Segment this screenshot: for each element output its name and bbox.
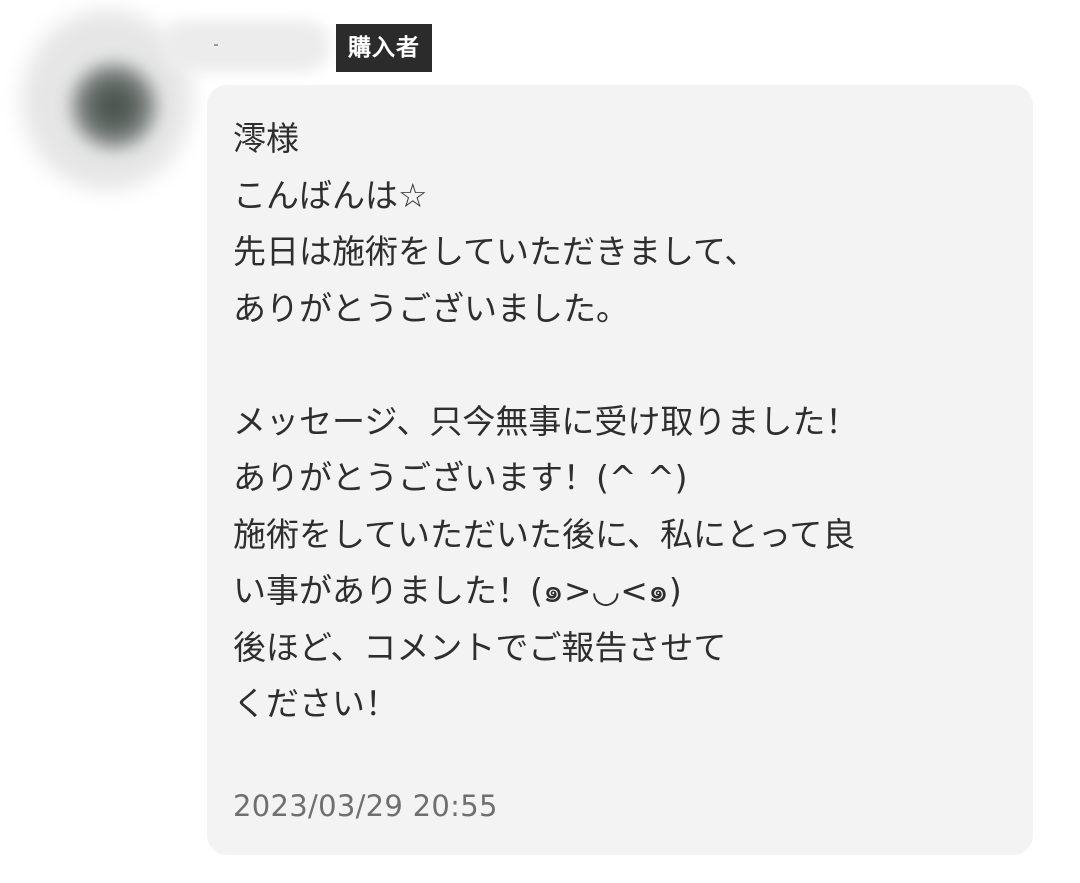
message-line: ありがとうございました。 [233, 288, 629, 328]
avatar-image [70, 62, 158, 150]
message-bubble: 澪様 こんばんは☆ 先日は施術をしていただきまして、 ありがとうございました。 … [207, 85, 1033, 855]
message-line: 施術をしていただいた後に、私にとって良 [233, 514, 856, 554]
message-timestamp: 2023/03/29 20:55 [233, 789, 498, 823]
username-redacted [160, 20, 330, 72]
message-line: 澪様 [233, 119, 299, 158]
message-line: 先日は施術をしていただきまして、 [233, 232, 758, 271]
message-line: こんばんは☆ [233, 175, 428, 215]
message-screen: 購入者 澪様 こんばんは☆ 先日は施術をしていただきまして、 ありがとうございま… [0, 0, 1080, 883]
message-line: ください！ [233, 684, 398, 723]
message-line: 後ほど、コメントでご報告させて [233, 627, 727, 667]
message-line: い事がありました！(๑>◡<๑) [233, 571, 682, 610]
message-line: ありがとうございます！(^ ^) [233, 458, 688, 497]
buyer-badge: 購入者 [336, 24, 432, 72]
username-remnant [214, 44, 218, 46]
message-line: メッセージ、只今無事に受け取りました！ [233, 401, 859, 441]
